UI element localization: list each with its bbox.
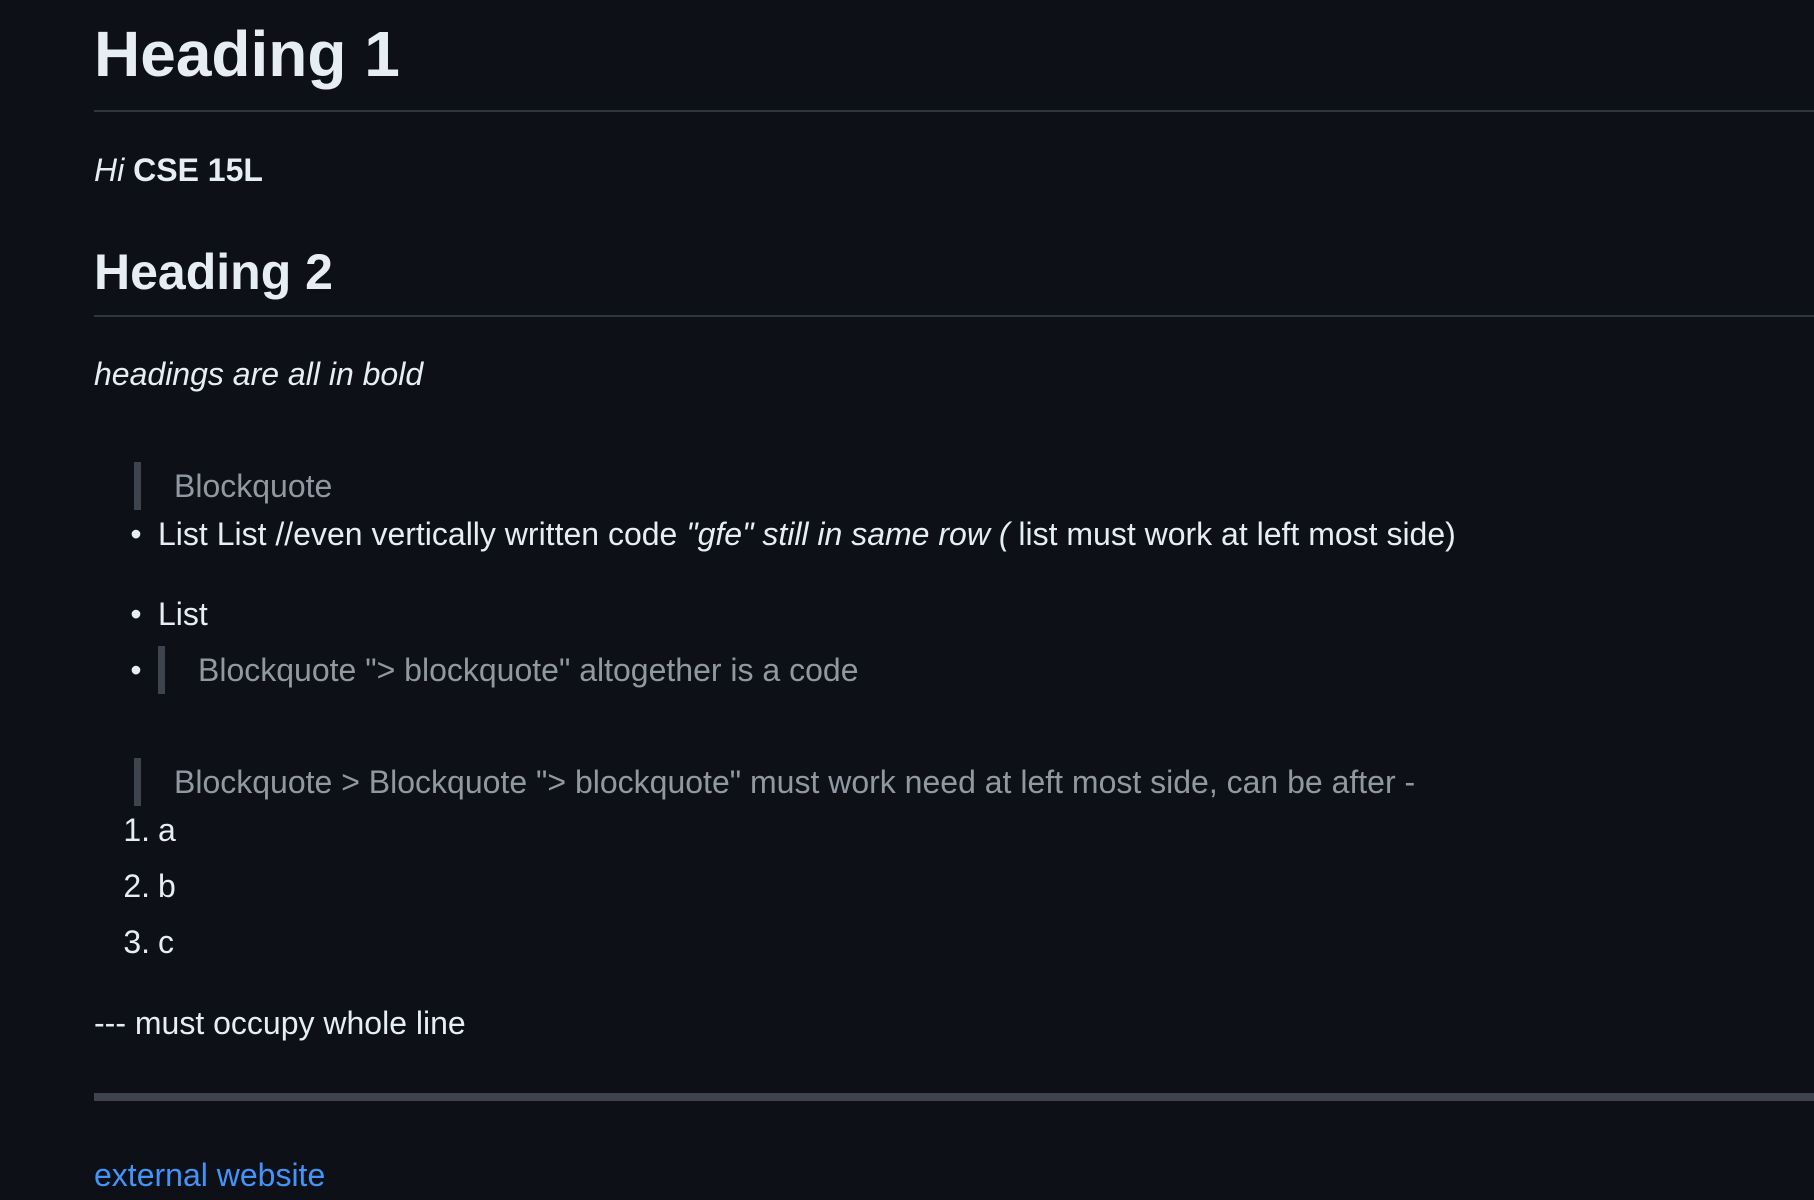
list-item-1-italic: "gfe" still in same row ( bbox=[686, 516, 1019, 552]
ordered-list-text: b bbox=[158, 868, 176, 904]
headings-note-italic: headings are all in bold bbox=[94, 356, 424, 392]
external-website-link[interactable]: external website bbox=[94, 1155, 325, 1195]
list-item-blockquote-text: Blockquote "> blockquote" altogether is … bbox=[198, 652, 859, 688]
ordered-list-item-1: 1. a bbox=[94, 806, 494, 854]
ordered-list-item-2: 2. b bbox=[94, 862, 494, 910]
ordered-list-text: a bbox=[158, 812, 176, 848]
list-item-1: • List List //even vertically written co… bbox=[130, 510, 1456, 558]
blockquote-nested: Blockquote > Blockquote "> blockquote" m… bbox=[134, 758, 1415, 806]
heading-2-underline bbox=[94, 315, 1814, 317]
list-item-1-text-end: list must work at left most side) bbox=[1018, 516, 1456, 552]
intro-bold-text: CSE 15L bbox=[133, 152, 263, 188]
heading-1-underline bbox=[94, 110, 1814, 112]
ordered-list-number: 3. bbox=[123, 924, 150, 960]
list-item-3: • Blockquote "> blockquote" altogether i… bbox=[130, 646, 858, 694]
headings-note-paragraph: headings are all in bold bbox=[94, 354, 423, 394]
blockquote-simple: Blockquote bbox=[134, 462, 332, 510]
intro-italic-text: Hi bbox=[94, 152, 125, 188]
ordered-list-number: 1. bbox=[123, 812, 150, 848]
horizontal-rule bbox=[94, 1093, 1814, 1101]
ordered-list-text: c bbox=[158, 924, 174, 960]
ordered-list-item-3: 3. c bbox=[94, 918, 494, 966]
markdown-document: Heading 1 Hi CSE 15L Heading 2 headings … bbox=[94, 0, 1814, 1200]
heading-1: Heading 1 bbox=[94, 18, 400, 90]
blockquote-nested-text: Blockquote > Blockquote "> blockquote" m… bbox=[174, 764, 1416, 800]
list-bullet: • bbox=[130, 516, 142, 552]
list-item-1-text-start: List List //even vertically written code bbox=[158, 516, 687, 552]
list-bullet: • bbox=[130, 596, 142, 632]
list-item-blockquote: Blockquote "> blockquote" altogether is … bbox=[158, 646, 858, 694]
heading-2: Heading 2 bbox=[94, 244, 333, 300]
intro-paragraph: Hi CSE 15L bbox=[94, 150, 263, 190]
list-item-2-text: List bbox=[158, 596, 208, 632]
list-item-2: • List bbox=[130, 590, 208, 638]
hr-note-paragraph: --- must occupy whole line bbox=[94, 1005, 466, 1041]
ordered-list-number: 2. bbox=[123, 868, 150, 904]
blockquote-simple-text: Blockquote bbox=[174, 468, 333, 504]
list-bullet: • bbox=[130, 652, 142, 688]
